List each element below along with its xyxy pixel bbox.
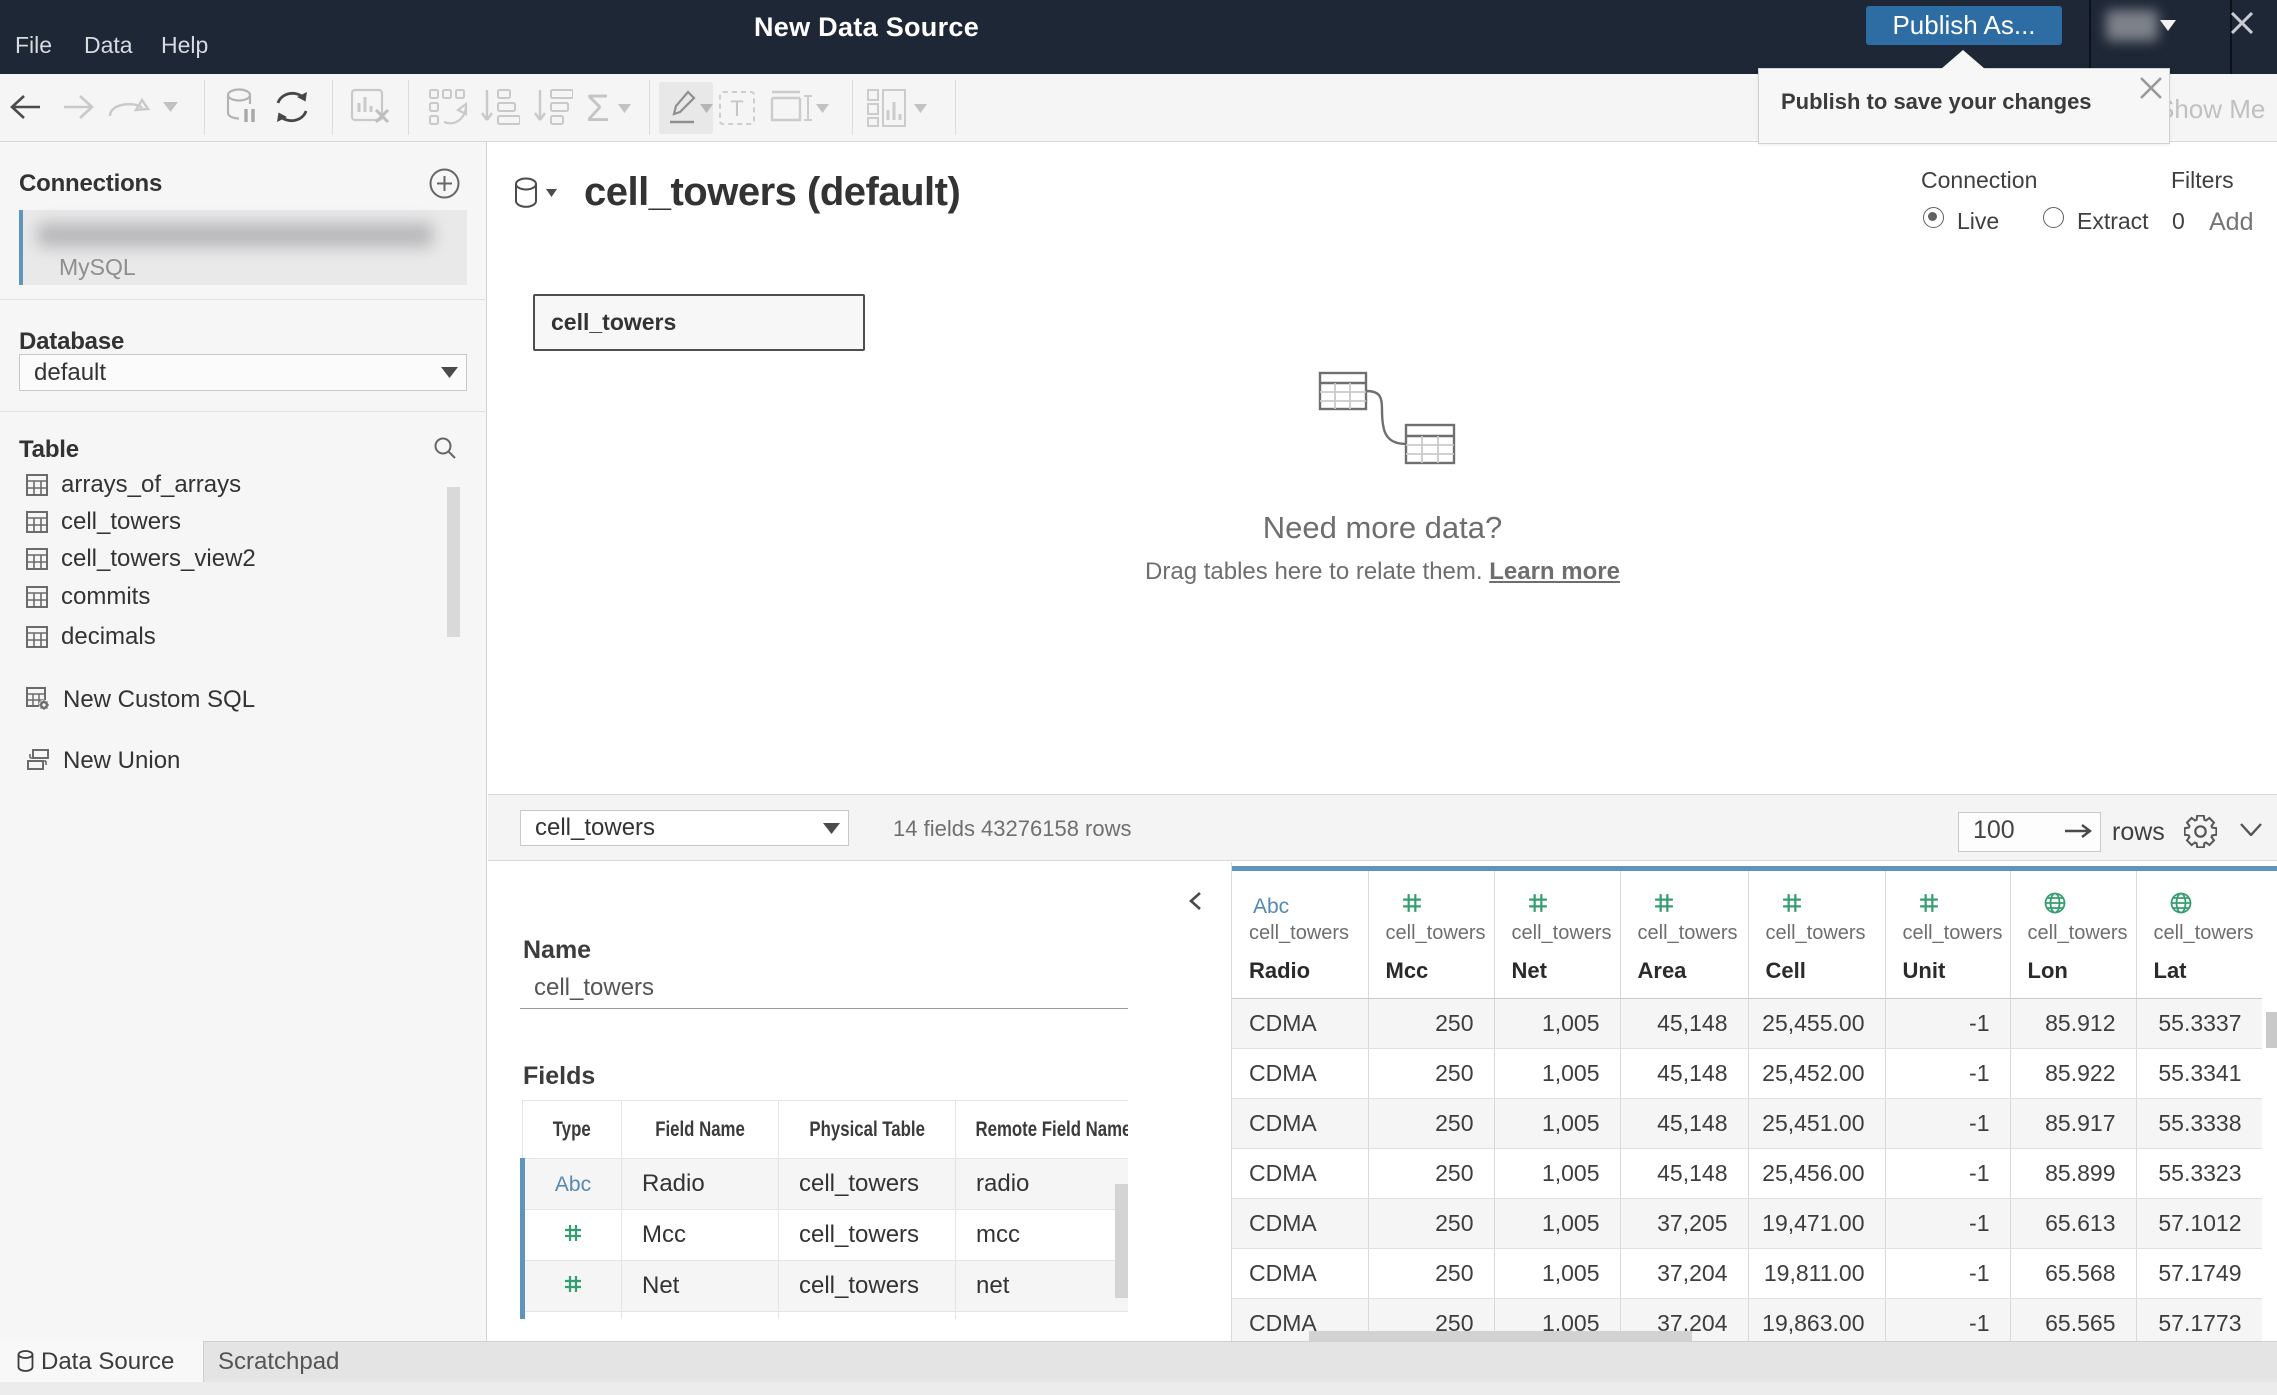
svg-text:T: T [730, 96, 743, 121]
